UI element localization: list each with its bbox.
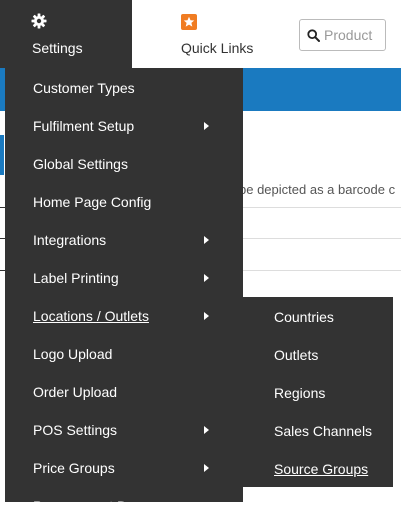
submenu-item-label: Sales Channels xyxy=(274,423,373,439)
quick-links-label: Quick Links xyxy=(181,40,254,56)
submenu-item-label: Outlets xyxy=(274,347,319,363)
menu-item-label: POS Settings xyxy=(33,422,118,438)
product-search-box[interactable] xyxy=(299,19,386,51)
submenu-item-label: Regions xyxy=(274,385,326,401)
submenu-item-outlets[interactable]: Outlets xyxy=(243,336,393,374)
settings-dropdown-menu: Customer Types Fulfilment Setup Global S… xyxy=(5,68,243,514)
gear-icon xyxy=(31,13,47,29)
chevron-right-icon xyxy=(204,464,209,472)
product-search-input[interactable] xyxy=(324,26,382,44)
menu-item-integrations[interactable]: Integrations xyxy=(5,221,243,259)
chevron-right-icon xyxy=(204,274,209,282)
menu-item-label: Procurement D xyxy=(33,498,128,514)
menu-item-label: Global Settings xyxy=(33,156,128,172)
menu-item-fulfilment-setup[interactable]: Fulfilment Setup xyxy=(5,107,243,145)
menu-item-label: Home Page Config xyxy=(33,194,152,210)
locations-submenu: Countries Outlets Regions Sales Channels… xyxy=(243,297,393,487)
menu-item-label: Label Printing xyxy=(33,270,119,286)
menu-item-procurement[interactable]: Procurement D xyxy=(5,487,243,525)
menu-item-locations-outlets[interactable]: Locations / Outlets xyxy=(5,297,243,335)
chevron-right-icon xyxy=(204,312,209,320)
submenu-item-label: Source Groups xyxy=(274,461,369,477)
menu-item-customer-types[interactable]: Customer Types xyxy=(5,69,243,107)
menu-item-pos-settings[interactable]: POS Settings xyxy=(5,411,243,449)
settings-nav-label: Settings xyxy=(32,40,83,56)
menu-item-label: Price Groups xyxy=(33,460,115,476)
search-icon xyxy=(307,29,320,42)
menu-item-logo-upload[interactable]: Logo Upload xyxy=(5,335,243,373)
submenu-item-countries[interactable]: Countries xyxy=(243,298,393,336)
menu-item-label: Locations / Outlets xyxy=(33,308,149,324)
quick-links-nav[interactable]: Quick Links xyxy=(170,0,270,68)
menu-item-label: Order Upload xyxy=(33,384,118,400)
page-accent-strip xyxy=(0,135,4,175)
settings-nav-tab[interactable]: Settings xyxy=(0,0,132,68)
page-hint-text: be depicted as a barcode c xyxy=(239,182,396,197)
menu-item-label: Logo Upload xyxy=(33,346,113,362)
menu-item-label: Integrations xyxy=(33,232,107,248)
menu-item-global-settings[interactable]: Global Settings xyxy=(5,145,243,183)
menu-item-order-upload[interactable]: Order Upload xyxy=(5,373,243,411)
menu-item-home-page-config[interactable]: Home Page Config xyxy=(5,183,243,221)
star-icon xyxy=(181,14,197,30)
chevron-right-icon xyxy=(204,122,209,130)
submenu-item-sales-channels[interactable]: Sales Channels xyxy=(243,412,393,450)
submenu-item-label: Countries xyxy=(274,309,334,325)
chevron-right-icon xyxy=(204,236,209,244)
submenu-item-regions[interactable]: Regions xyxy=(243,374,393,412)
menu-item-label: Fulfilment Setup xyxy=(33,118,135,134)
menu-item-label: Customer Types xyxy=(33,80,135,96)
menu-item-price-groups[interactable]: Price Groups xyxy=(5,449,243,487)
menu-item-label-printing[interactable]: Label Printing xyxy=(5,259,243,297)
submenu-item-source-groups[interactable]: Source Groups xyxy=(243,450,393,488)
chevron-right-icon xyxy=(204,426,209,434)
